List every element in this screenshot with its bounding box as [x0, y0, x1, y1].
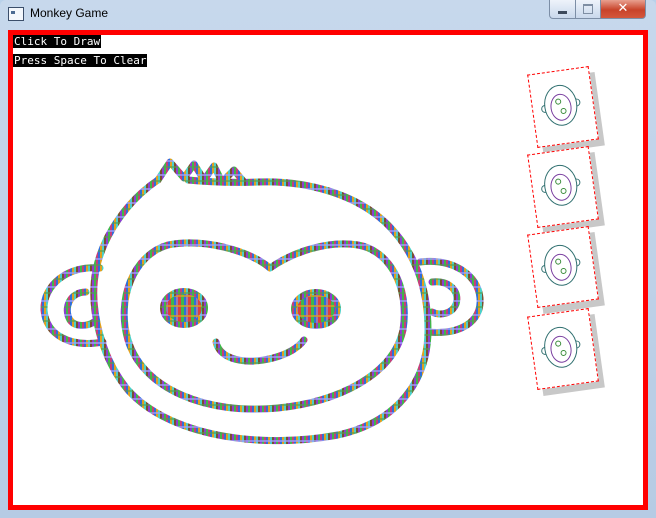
thumbnail-card	[527, 66, 599, 148]
maximize-button[interactable]	[576, 0, 601, 19]
thumbnail-card	[527, 308, 599, 390]
saved-drawing-thumbnail[interactable]	[527, 226, 605, 314]
thumbnail-card	[527, 146, 599, 228]
saved-drawing-thumbnail[interactable]	[527, 146, 605, 234]
thumbnail-monkey	[541, 164, 581, 206]
minimize-button[interactable]	[549, 0, 576, 19]
thumbnail-monkey	[541, 326, 581, 368]
close-button[interactable]: ✕	[601, 0, 646, 19]
app-window: Monkey Game ✕ Click To Draw Press Space …	[0, 0, 656, 518]
saved-drawing-thumbnail[interactable]	[527, 308, 605, 396]
caption-buttons: ✕	[549, 0, 646, 20]
saved-drawing-thumbnail[interactable]	[527, 66, 605, 154]
thumbnail-monkey	[541, 244, 581, 286]
close-icon: ✕	[617, 1, 629, 16]
drawing-canvas[interactable]: Click To Draw Press Space To Clear	[8, 30, 648, 510]
title-bar[interactable]: Monkey Game ✕	[0, 0, 656, 28]
thumbnail-monkey	[541, 84, 581, 126]
window-title: Monkey Game	[30, 6, 109, 20]
app-window-icon	[8, 7, 24, 21]
thumbnail-card	[527, 226, 599, 308]
